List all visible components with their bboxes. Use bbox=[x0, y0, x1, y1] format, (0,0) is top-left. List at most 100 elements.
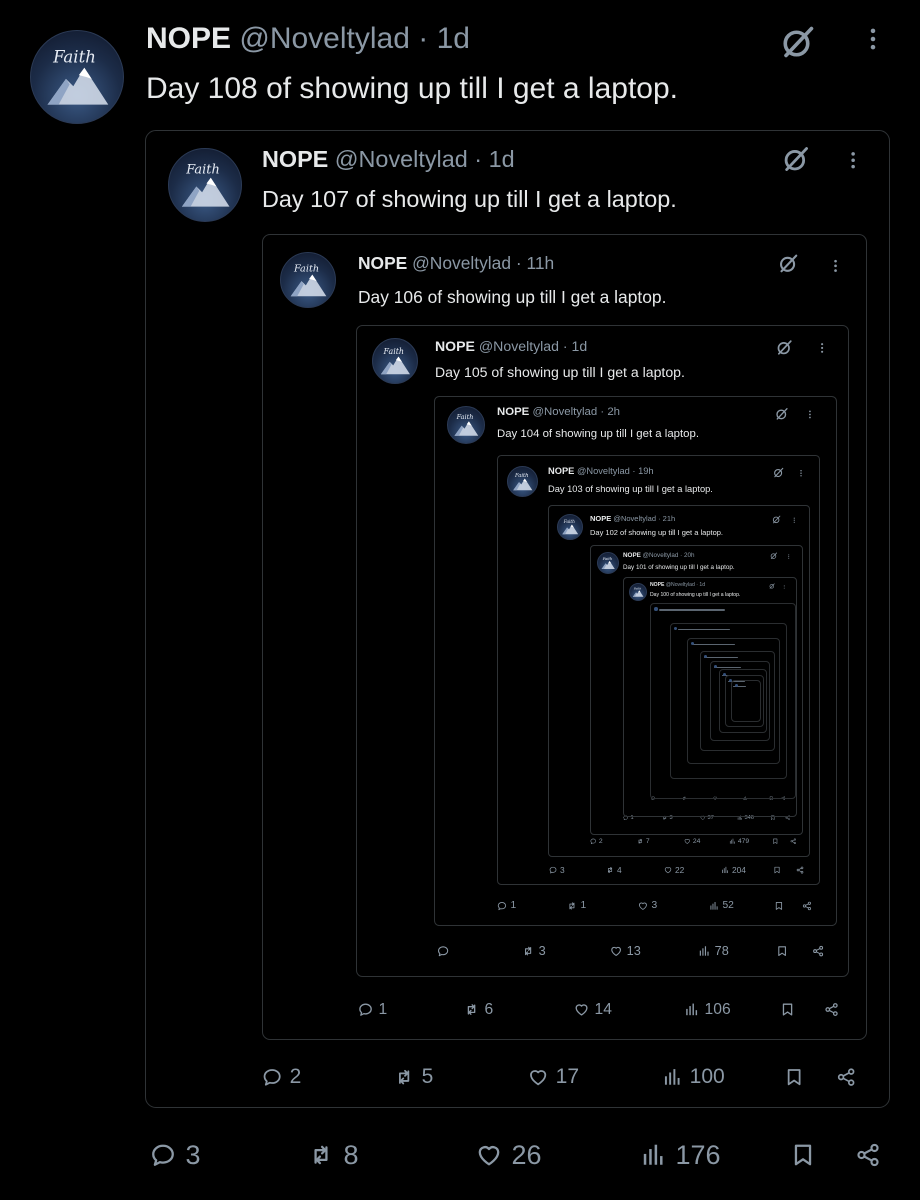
reply-button[interactable]: 2 bbox=[262, 1065, 301, 1088]
display-name[interactable]: NOPE bbox=[497, 406, 529, 418]
user-handle[interactable]: @Noveltylad bbox=[643, 552, 679, 559]
bookmark-button[interactable] bbox=[772, 838, 779, 845]
user-handle[interactable]: @Noveltylad bbox=[613, 514, 656, 523]
user-handle[interactable]: @Noveltylad bbox=[412, 253, 511, 273]
post-time[interactable]: 1d bbox=[699, 582, 705, 588]
post-time[interactable]: 1d bbox=[489, 146, 515, 172]
like-button[interactable]: 26 bbox=[476, 1140, 541, 1170]
share-button[interactable] bbox=[796, 866, 804, 874]
user-handle[interactable]: @Noveltylad bbox=[577, 466, 630, 476]
like-button[interactable]: 24 bbox=[684, 838, 700, 845]
user-handle[interactable]: @Noveltylad bbox=[666, 582, 695, 588]
grok-icon[interactable] bbox=[772, 515, 781, 524]
views-button[interactable]: 100 bbox=[662, 1065, 725, 1088]
post-time[interactable]: 20h bbox=[684, 552, 695, 559]
display-name[interactable]: NOPE bbox=[262, 146, 328, 172]
views-button[interactable]: 52 bbox=[709, 900, 734, 911]
more-icon[interactable] bbox=[828, 256, 843, 276]
like-button[interactable]: 14 bbox=[574, 1001, 612, 1018]
grok-icon[interactable] bbox=[776, 339, 793, 356]
bookmark-button[interactable] bbox=[790, 1142, 816, 1168]
grok-icon[interactable] bbox=[780, 24, 816, 60]
display-name[interactable]: NOPE bbox=[623, 552, 641, 559]
more-icon[interactable] bbox=[791, 516, 798, 525]
avatar[interactable]: Faith bbox=[168, 148, 242, 222]
share-button[interactable] bbox=[824, 1002, 839, 1017]
nested-quote-line bbox=[704, 656, 739, 658]
repost-button[interactable]: 3 bbox=[522, 944, 546, 958]
repost-button[interactable]: 1 bbox=[567, 900, 586, 911]
user-handle[interactable]: @Noveltylad bbox=[335, 146, 468, 172]
more-icon[interactable] bbox=[782, 584, 786, 590]
reply-button[interactable] bbox=[437, 945, 454, 957]
tweet-text: Day 102 of showing up till I get a lapto… bbox=[590, 528, 724, 537]
grok-icon[interactable] bbox=[769, 583, 775, 589]
post-time[interactable]: 21h bbox=[663, 514, 676, 523]
reply-button[interactable]: 1 bbox=[358, 1001, 388, 1018]
repost-icon bbox=[607, 867, 613, 873]
replies-count: 1 bbox=[378, 1001, 388, 1018]
bookmark-button[interactable] bbox=[784, 1067, 804, 1087]
display-name[interactable]: NOPE bbox=[435, 338, 475, 354]
reply-button[interactable]: 1 bbox=[497, 900, 516, 911]
user-handle[interactable]: @Noveltylad bbox=[239, 22, 410, 55]
share-button[interactable] bbox=[836, 1067, 856, 1087]
like-button[interactable]: 13 bbox=[610, 944, 641, 958]
like-button[interactable]: 22 bbox=[664, 865, 684, 875]
share-button[interactable] bbox=[812, 945, 824, 957]
reply-button[interactable]: 2 bbox=[590, 838, 603, 845]
grok-icon[interactable] bbox=[778, 253, 799, 274]
display-name[interactable]: NOPE bbox=[650, 582, 664, 588]
user-handle[interactable]: @Noveltylad bbox=[479, 338, 559, 354]
avatar[interactable]: Faith bbox=[629, 583, 647, 601]
display-name[interactable]: NOPE bbox=[146, 22, 231, 55]
display-name[interactable]: NOPE bbox=[548, 466, 574, 476]
repost-button[interactable]: 6 bbox=[464, 1001, 493, 1018]
more-icon[interactable] bbox=[843, 147, 863, 174]
post-time[interactable]: 1d bbox=[572, 338, 588, 354]
more-icon[interactable] bbox=[805, 408, 815, 421]
views-button[interactable]: 204 bbox=[721, 865, 746, 875]
user-handle[interactable]: @Noveltylad bbox=[532, 406, 597, 418]
avatar[interactable]: Faith bbox=[30, 30, 124, 124]
bookmark-button[interactable] bbox=[780, 1002, 795, 1017]
share-button[interactable] bbox=[790, 838, 797, 845]
more-icon[interactable] bbox=[816, 340, 828, 356]
post-time[interactable]: 19h bbox=[638, 466, 654, 476]
avatar[interactable]: Faith bbox=[447, 406, 485, 444]
grok-icon[interactable] bbox=[770, 552, 778, 560]
views-button[interactable]: 78 bbox=[698, 944, 729, 958]
share-button[interactable] bbox=[855, 1142, 881, 1168]
avatar[interactable]: Faith bbox=[507, 466, 538, 497]
grok-icon[interactable] bbox=[773, 467, 784, 478]
repost-button[interactable]: 4 bbox=[606, 865, 622, 875]
repost-button[interactable]: 8 bbox=[308, 1140, 358, 1170]
share-button[interactable] bbox=[802, 901, 812, 911]
reply-button[interactable]: 3 bbox=[150, 1140, 200, 1170]
more-icon[interactable] bbox=[786, 553, 791, 560]
like-button[interactable]: 17 bbox=[528, 1065, 579, 1088]
bookmark-button[interactable] bbox=[773, 866, 781, 874]
avatar[interactable]: Faith bbox=[372, 338, 418, 384]
views-button[interactable]: 176 bbox=[640, 1140, 721, 1170]
post-time[interactable]: 11h bbox=[526, 253, 554, 273]
more-icon[interactable] bbox=[860, 22, 886, 56]
bookmark-button[interactable] bbox=[774, 901, 784, 911]
avatar[interactable]: Faith bbox=[597, 552, 619, 574]
display-name[interactable]: NOPE bbox=[358, 253, 407, 273]
views-button[interactable]: 106 bbox=[684, 1001, 731, 1018]
post-time[interactable]: 1d bbox=[437, 22, 470, 55]
grok-icon[interactable] bbox=[775, 407, 789, 421]
display-name[interactable]: NOPE bbox=[590, 514, 611, 523]
grok-icon[interactable] bbox=[782, 145, 810, 173]
like-button[interactable]: 3 bbox=[638, 900, 657, 911]
repost-button[interactable]: 5 bbox=[394, 1065, 433, 1088]
more-icon[interactable] bbox=[797, 468, 805, 479]
views-button[interactable]: 479 bbox=[729, 838, 749, 845]
post-time[interactable]: 2h bbox=[607, 406, 620, 418]
avatar[interactable]: Faith bbox=[557, 514, 583, 540]
bookmark-button[interactable] bbox=[776, 945, 788, 957]
reply-button[interactable]: 3 bbox=[549, 865, 565, 875]
repost-button[interactable]: 7 bbox=[637, 838, 650, 845]
avatar[interactable]: Faith bbox=[280, 252, 336, 308]
